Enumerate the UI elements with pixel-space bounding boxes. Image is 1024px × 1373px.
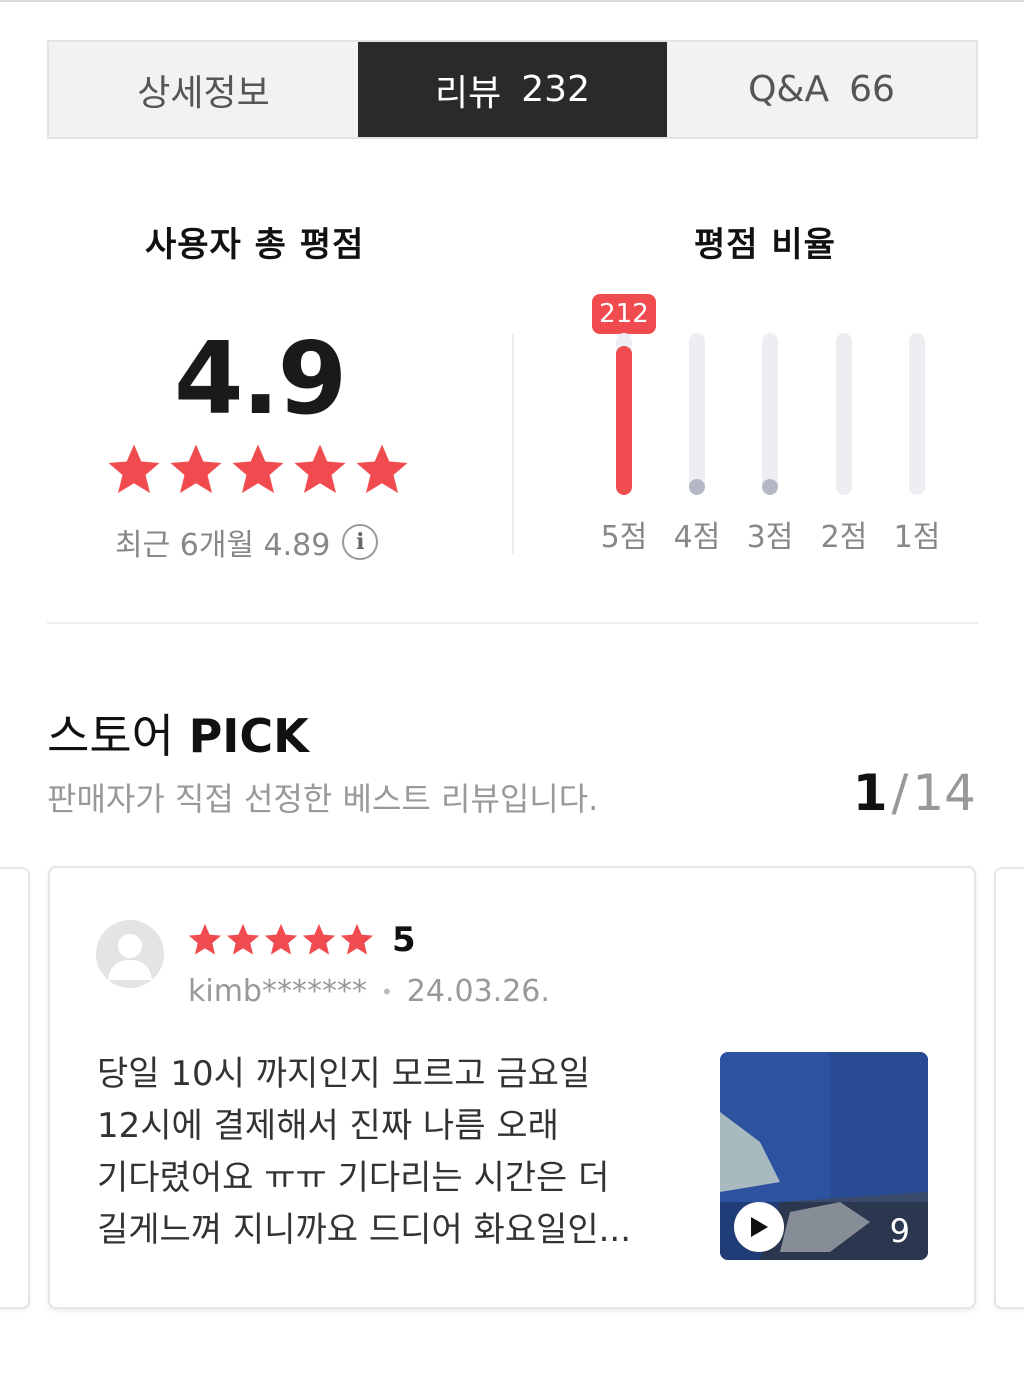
store-pick-title: 스토어 PICK	[47, 700, 309, 766]
pager-total: 14	[912, 764, 976, 822]
recent-rating: 최근 6개월 4.89 i	[115, 520, 379, 564]
store-pick-title-bold: PICK	[188, 709, 309, 763]
next-card-edge[interactable]	[994, 867, 1024, 1309]
star-icon	[224, 921, 262, 959]
tab-review-count: 232	[521, 69, 590, 110]
rating-bar-label: 4점	[673, 520, 721, 555]
meta-separator: •	[380, 979, 393, 1004]
rating-bar-track	[689, 333, 705, 495]
review-stars: 5	[186, 920, 416, 960]
review-meta: kimb******* • 24.03.26.	[188, 974, 550, 1009]
rating-bar-fill	[689, 479, 705, 495]
rating-bar-track	[762, 333, 778, 495]
tab-review-label: 리뷰	[435, 72, 502, 114]
review-video-thumbnail[interactable]: 9	[720, 1052, 928, 1260]
star-icon	[290, 440, 350, 500]
rating-bar-fill	[762, 479, 778, 495]
review-tabs: 상세정보 리뷰 232 Q&A 66	[47, 40, 978, 139]
review-star-icons	[186, 921, 376, 959]
review-line: 당일 10시 까지인지 모르고 금요일	[97, 1054, 591, 1094]
review-text: 당일 10시 까지인지 모르고 금요일 12시에 결제해서 진짜 나름 오래 기…	[97, 1048, 677, 1256]
star-icon	[338, 921, 376, 959]
review-line: 기다렸어요 ㅠㅠ 기다리는 시간은 더	[97, 1158, 610, 1198]
rating-bar-track	[616, 333, 632, 495]
star-icon	[300, 921, 338, 959]
prev-card-edge[interactable]	[0, 867, 30, 1309]
review-line: 12시에 결제해서 진짜 나름 오래	[97, 1106, 559, 1146]
average-score: 4.9	[174, 320, 347, 437]
store-pick-title-prefix: 스토어	[47, 709, 174, 763]
section-divider	[47, 622, 978, 624]
review-card[interactable]: 5 kimb******* • 24.03.26. 당일 10시 까지인지 모르…	[48, 866, 976, 1309]
star-icon	[352, 440, 412, 500]
review-rating: 5	[392, 920, 416, 960]
review-line: 길게느껴 지니까요 드디어 화요일인...	[97, 1210, 632, 1250]
pager-separator: /	[891, 764, 909, 822]
review-date: 24.03.26.	[406, 974, 550, 1009]
rating-bar-track	[909, 333, 925, 495]
carousel-pager: 1/14	[853, 764, 976, 822]
star-icon	[104, 440, 164, 500]
tab-detail-label: 상세정보	[137, 72, 270, 114]
rating-bar-label: 2점	[820, 520, 868, 555]
tab-detail[interactable]: 상세정보	[49, 42, 358, 137]
tab-qna[interactable]: Q&A 66	[667, 42, 976, 137]
avatar	[96, 920, 164, 988]
rating-bar-label: 1점	[893, 520, 941, 555]
top-border	[0, 0, 1024, 2]
pager-current: 1	[852, 764, 888, 822]
play-icon[interactable]	[734, 1202, 784, 1252]
rating-ratio-title: 평점 비율	[694, 225, 836, 265]
rating-bar-label: 3점	[746, 520, 794, 555]
rating-bar-label: 5점	[600, 520, 648, 555]
media-count: 9	[889, 1212, 910, 1250]
average-stars	[104, 440, 412, 500]
star-icon	[186, 921, 224, 959]
total-rating-title: 사용자 총 평점	[145, 225, 365, 265]
star-icon	[228, 440, 288, 500]
recent-rating-label: 최근 6개월 4.89	[115, 528, 331, 563]
summary-divider	[512, 333, 514, 555]
top-count-badge: 212	[592, 294, 656, 334]
rating-bar-track	[836, 333, 852, 495]
star-icon	[166, 440, 226, 500]
tab-qna-label: Q&A	[748, 69, 830, 110]
review-user: kimb*******	[188, 974, 367, 1009]
store-pick-subtitle: 판매자가 직접 선정한 베스트 리뷰입니다.	[47, 780, 599, 818]
rating-bar-fill	[616, 346, 632, 495]
tab-review[interactable]: 리뷰 232	[358, 42, 667, 137]
info-icon[interactable]: i	[342, 524, 379, 560]
tab-qna-count: 66	[849, 69, 895, 110]
star-icon	[262, 921, 300, 959]
